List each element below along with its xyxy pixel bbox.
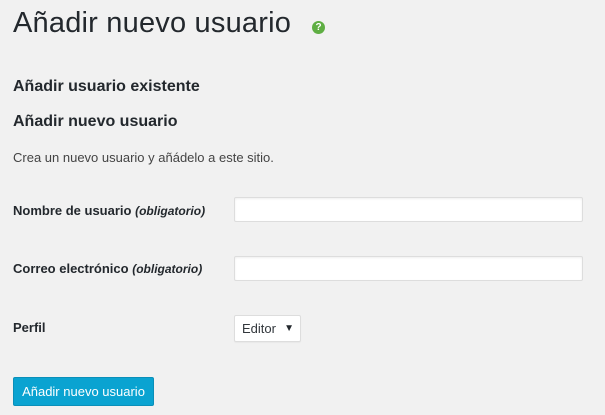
email-input[interactable] <box>234 256 583 281</box>
add-new-user-button[interactable]: Añadir nuevo usuario <box>13 377 154 406</box>
add-existing-user-heading: Añadir usuario existente <box>13 78 200 95</box>
role-select-value: Editor <box>242 321 276 336</box>
username-label-text: Nombre de usuario <box>13 203 132 218</box>
username-required-note: (obligatorio) <box>135 204 206 218</box>
role-label: Perfil <box>13 320 46 335</box>
section-description: Crea un nuevo usuario y añádelo a este s… <box>13 150 274 165</box>
email-label: Correo electrónico (obligatorio) <box>13 260 202 278</box>
page-title: Añadir nuevo usuario <box>13 7 292 39</box>
username-input[interactable] <box>234 197 583 222</box>
help-icon[interactable]: ? <box>312 21 325 34</box>
email-label-text: Correo electrónico <box>13 261 129 276</box>
chevron-down-icon: ▼ <box>284 323 294 334</box>
add-new-user-heading: Añadir nuevo usuario <box>13 113 178 130</box>
role-select[interactable]: Editor ▼ <box>234 315 301 342</box>
email-required-note: (obligatorio) <box>132 262 203 276</box>
username-label: Nombre de usuario (obligatorio) <box>13 202 205 220</box>
